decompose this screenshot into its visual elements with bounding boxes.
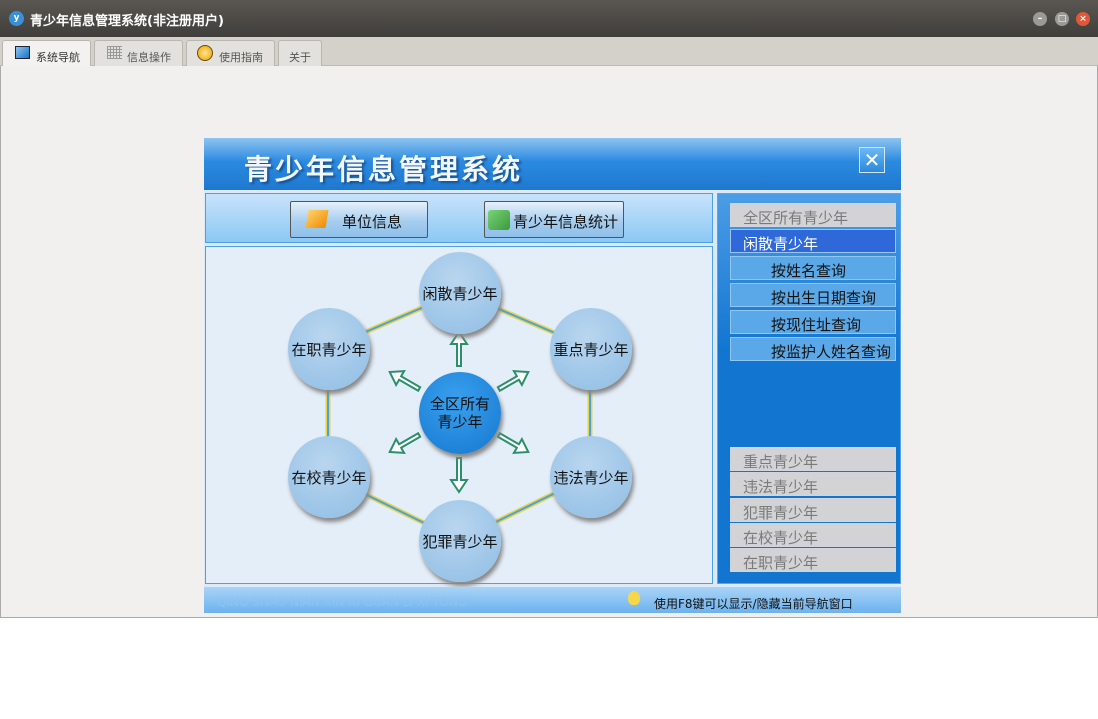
diagram-center-all-youth[interactable]: 全区所有 青少年 xyxy=(419,372,501,454)
tab-label: 信息操作 xyxy=(127,51,171,64)
panel-header: 青少年信息管理系统 ✕ xyxy=(204,138,901,190)
youth-stats-button[interactable]: 青少年信息统计 xyxy=(484,201,624,238)
nav-item-offending-youth[interactable]: 违法青少年 xyxy=(730,472,896,496)
panel-toolbar: 单位信息 青少年信息统计 xyxy=(205,193,713,243)
arrow-icon xyxy=(388,431,422,455)
unit-info-button[interactable]: 单位信息 xyxy=(290,201,428,238)
maximize-button[interactable]: □ xyxy=(1055,12,1069,26)
button-label: 青少年信息统计 xyxy=(513,213,619,231)
minimize-button[interactable]: – xyxy=(1033,12,1047,26)
arrow-icon xyxy=(449,457,469,494)
tab-info-ops[interactable]: 信息操作 xyxy=(94,40,183,66)
lightbulb-icon xyxy=(628,591,640,605)
nav-item-idle-youth[interactable]: 闲散青少年 xyxy=(730,229,896,253)
query-by-address[interactable]: 按现住址查询 xyxy=(730,310,896,334)
close-button[interactable]: × xyxy=(1076,12,1090,26)
arrow-icon xyxy=(449,330,469,367)
query-by-guardian[interactable]: 按监护人姓名查询 xyxy=(730,337,896,361)
panel-close-button[interactable]: ✕ xyxy=(859,147,885,173)
nav-item-student-youth[interactable]: 在校青少年 xyxy=(730,523,896,547)
nav-item-all-youth[interactable]: 全区所有青少年 xyxy=(730,203,896,227)
chart-icon xyxy=(488,210,510,230)
panel-footer: QING SHAO NIAN XIN XI GUAN LI XI TONG 使用… xyxy=(204,587,901,613)
category-sidebar: 全区所有青少年 闲散青少年 按姓名查询 按出生日期查询 按现住址查询 按监护人姓… xyxy=(717,193,901,584)
arrow-icon xyxy=(496,369,530,393)
center-line-2: 青少年 xyxy=(437,413,483,431)
query-by-name[interactable]: 按姓名查询 xyxy=(730,256,896,280)
center-line-1: 全区所有 xyxy=(429,395,490,413)
help-icon xyxy=(197,45,213,61)
nav-item-criminal-youth[interactable]: 犯罪青少年 xyxy=(730,498,896,522)
tab-user-guide[interactable]: 使用指南 xyxy=(186,40,275,66)
window-title: 青少年信息管理系统(非注册用户) xyxy=(30,14,224,29)
tab-label: 关于 xyxy=(289,51,311,64)
diagram-node-offending[interactable]: 违法青少年 xyxy=(550,436,632,518)
query-by-birthdate[interactable]: 按出生日期查询 xyxy=(730,283,896,307)
title-bar: y 青少年信息管理系统(非注册用户) – □ × xyxy=(0,0,1098,37)
nav-item-key-youth[interactable]: 重点青少年 xyxy=(730,447,896,471)
diagram-node-criminal[interactable]: 犯罪青少年 xyxy=(419,500,501,582)
f8-tip: 使用F8键可以显示/隐藏当前导航窗口 xyxy=(654,597,853,611)
button-label: 单位信息 xyxy=(342,213,403,231)
arrow-icon xyxy=(388,369,422,393)
tab-about[interactable]: 关于 xyxy=(278,40,322,66)
tab-label: 使用指南 xyxy=(219,51,263,64)
diagram-node-employed[interactable]: 在职青少年 xyxy=(288,308,370,390)
monitor-icon xyxy=(15,46,30,59)
diagram-node-student[interactable]: 在校青少年 xyxy=(288,436,370,518)
navigation-diagram: 闲散青少年 重点青少年 违法青少年 犯罪青少年 在校青少年 在职青少年 全区所有 青少年 xyxy=(205,246,713,584)
grid-icon xyxy=(107,46,122,59)
panel-title: 青少年信息管理系统 xyxy=(244,153,524,186)
folder-icon xyxy=(305,210,329,228)
tab-bar: 系统导航 信息操作 使用指南 关于 xyxy=(0,37,1098,66)
diagram-node-key[interactable]: 重点青少年 xyxy=(550,308,632,390)
tab-label: 系统导航 xyxy=(36,51,80,64)
app-icon: y xyxy=(9,11,24,26)
pinyin-caption: QING SHAO NIAN XIN XI GUAN LI XI TONG xyxy=(217,595,468,609)
diagram-node-idle[interactable]: 闲散青少年 xyxy=(419,252,501,334)
arrow-icon xyxy=(496,431,530,455)
tab-system-nav[interactable]: 系统导航 xyxy=(2,40,91,66)
nav-item-employed-youth[interactable]: 在职青少年 xyxy=(730,548,896,572)
